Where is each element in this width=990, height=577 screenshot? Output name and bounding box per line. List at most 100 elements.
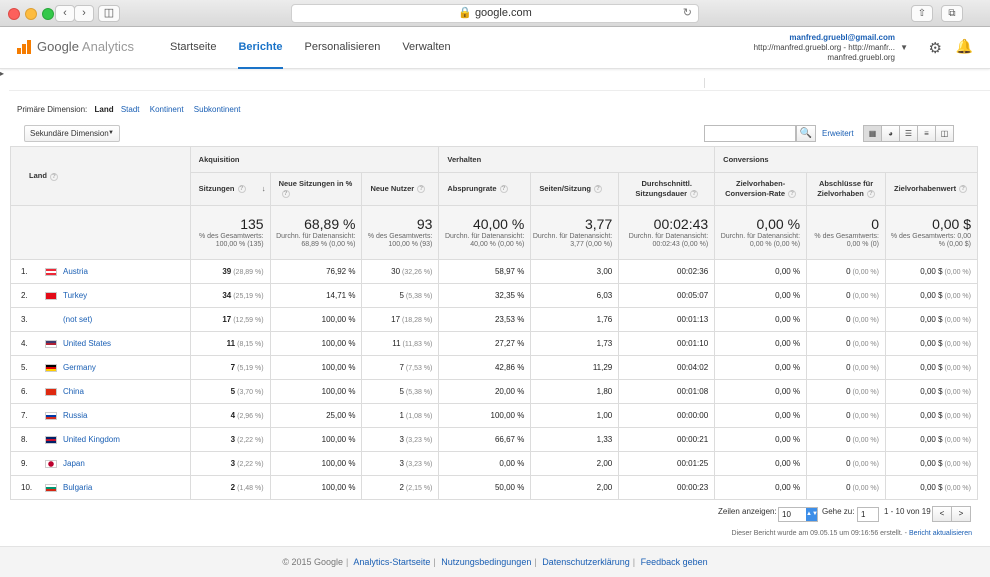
pages-cell: 6,03	[530, 283, 620, 308]
minimize-window-button[interactable]	[25, 8, 37, 20]
dimension-stadt[interactable]: Stadt	[121, 105, 140, 114]
table-view-icon[interactable]: ▦	[863, 125, 882, 142]
copyright: © 2015 Google	[282, 557, 343, 567]
metric-header-seiten-sitzung[interactable]: Seiten/Sitzung?	[530, 172, 620, 206]
pages-cell: 2,00	[530, 451, 620, 476]
account-selector[interactable]: manfred.gruebl@gmail.com http://manfred.…	[754, 33, 895, 63]
metric-header-absprungrate[interactable]: Absprungrate?	[438, 172, 532, 206]
bounce-cell: 58,97 %	[438, 259, 532, 284]
sort-down-icon[interactable]: ↓	[262, 184, 266, 194]
goals-cell: 0 (0,00 %)	[806, 427, 886, 452]
country-link[interactable]: Austria	[63, 267, 88, 276]
bounce-cell: 50,00 %	[438, 475, 532, 500]
footer-link-terms[interactable]: Nutzungsbedingungen	[441, 557, 531, 567]
forward-button[interactable]: ›	[74, 5, 94, 22]
group-conversions: Conversions	[714, 146, 978, 173]
country-link[interactable]: Bulgaria	[63, 483, 92, 492]
dimension-subkontinent[interactable]: Subkontinent	[194, 105, 241, 114]
duration-cell: 00:00:00	[618, 403, 716, 428]
country-link[interactable]: Germany	[63, 363, 96, 372]
country-link[interactable]: Russia	[63, 411, 87, 420]
bounce-cell: 0,00 %	[438, 451, 532, 476]
secondary-dimension-dropdown[interactable]: Sekundäre Dimension ▼	[24, 125, 120, 142]
advanced-filter-link[interactable]: Erweitert	[822, 129, 854, 138]
footer-link-feedback[interactable]: Feedback geben	[641, 557, 708, 567]
metric-header-conversion-rate[interactable]: Zielvorhaben-Conversion-Rate?	[714, 172, 808, 206]
new-sessions-cell: 100,00 %	[269, 331, 363, 356]
duration-cell: 00:01:10	[618, 331, 716, 356]
share-icon[interactable]: ⇧	[911, 5, 933, 22]
address-bar[interactable]: 🔒 google.com ↻	[291, 4, 699, 23]
nav-personalisieren[interactable]: Personalisieren	[305, 27, 381, 69]
rows-label: Zeilen anzeigen:	[718, 507, 777, 516]
country-link[interactable]: Turkey	[63, 291, 87, 300]
back-button[interactable]: ‹	[55, 5, 75, 22]
bounce-cell: 100,00 %	[438, 403, 532, 428]
metric-header-sitzungsdauer[interactable]: Durchschnittl. Sitzungsdauer?	[618, 172, 716, 206]
country-link[interactable]: China	[63, 387, 84, 396]
flag-icon	[45, 459, 57, 468]
metric-header-sitzungen[interactable]: Sitzungen? ↓	[189, 172, 271, 206]
metric-header-zielvorhabenwert[interactable]: Zielvorhabenwert?	[885, 172, 978, 206]
table-search-input[interactable]	[704, 125, 796, 142]
land-cell: 4. United States	[10, 331, 191, 356]
value-cell: 0,00 $ (0,00 %)	[885, 451, 978, 476]
chevron-down-icon[interactable]: ▼	[900, 43, 908, 52]
gear-icon[interactable]: ⚙	[929, 39, 942, 57]
footer-link-home[interactable]: Analytics-Startseite	[353, 557, 430, 567]
country-link[interactable]: Japan	[63, 459, 85, 468]
goto-page-input[interactable]: 1	[857, 507, 879, 522]
reload-icon[interactable]: ↻	[683, 5, 692, 22]
new-sessions-cell: 100,00 %	[269, 475, 363, 500]
rows-per-page-select[interactable]: 10 ▲▼	[778, 507, 818, 522]
value-cell: 0,00 $ (0,00 %)	[885, 427, 978, 452]
help-icon: ?	[959, 185, 968, 194]
nav-startseite[interactable]: Startseite	[170, 27, 216, 69]
performance-view-icon[interactable]: ☰	[899, 125, 918, 142]
sessions-cell: 3 (2,22 %)	[189, 451, 271, 476]
pages-cell: 1,73	[530, 331, 620, 356]
expand-sidebar-icon[interactable]: ▸	[0, 69, 9, 89]
zoom-window-button[interactable]	[42, 8, 54, 20]
land-column-header[interactable]: Land?	[10, 146, 191, 206]
metric-header-neue-nutzer[interactable]: Neue Nutzer?	[361, 172, 440, 206]
bounce-cell: 27,27 %	[438, 331, 532, 356]
comparison-view-icon[interactable]: ≡	[917, 125, 936, 142]
pie-view-icon[interactable]: ◕	[881, 125, 900, 142]
sidebar-toggle-icon[interactable]: ◫	[98, 5, 120, 22]
flag-icon	[45, 316, 57, 324]
pages-cell: 2,00	[530, 475, 620, 500]
table-row: 1. Austria 39 (28,89 %) 76,92 % 30 (32,26 %) 58…	[10, 259, 978, 284]
pages-cell: 1,33	[530, 427, 620, 452]
account-email: manfred.gruebl@gmail.com	[789, 33, 895, 42]
help-icon[interactable]: ?	[49, 172, 58, 181]
country-link[interactable]: (not set)	[63, 315, 92, 324]
sessions-cell: 2 (1,48 %)	[189, 475, 271, 500]
flag-icon	[45, 363, 57, 372]
goals-cell: 0 (0,00 %)	[806, 355, 886, 380]
sessions-cell: 11 (8,15 %)	[189, 331, 271, 356]
country-link[interactable]: United Kingdom	[63, 435, 120, 444]
dimension-kontinent[interactable]: Kontinent	[150, 105, 184, 114]
previous-page-button[interactable]: <	[932, 506, 952, 522]
goals-cell: 0 (0,00 %)	[806, 403, 886, 428]
country-link[interactable]: United States	[63, 339, 111, 348]
value-cell: 0,00 $ (0,00 %)	[885, 259, 978, 284]
tabs-overview-icon[interactable]: ⧉	[941, 5, 963, 22]
nav-berichte[interactable]: Berichte	[238, 27, 283, 69]
pivot-view-icon[interactable]: ◫	[935, 125, 954, 142]
search-icon[interactable]: 🔍	[796, 125, 816, 142]
next-page-button[interactable]: >	[951, 506, 971, 522]
nav-verwalten[interactable]: Verwalten	[402, 27, 450, 69]
pages-cell: 11,29	[530, 355, 620, 380]
close-window-button[interactable]	[8, 8, 20, 20]
metric-header-neue-sitzungen[interactable]: Neue Sitzungen in %?	[269, 172, 363, 206]
flag-icon	[45, 339, 57, 348]
conversion-cell: 0,00 %	[714, 379, 808, 404]
metric-header-abschluesse[interactable]: Abschlüsse für Zielvorhaben?	[806, 172, 886, 206]
google-analytics-logo[interactable]: Google Analytics	[17, 39, 134, 54]
bell-icon[interactable]: 🔔	[956, 38, 973, 55]
footer-link-privacy[interactable]: Datenschutzerklärung	[542, 557, 630, 567]
sessions-cell: 17 (12,59 %)	[189, 307, 271, 332]
refresh-report-link[interactable]: Bericht aktualisieren	[909, 530, 972, 537]
